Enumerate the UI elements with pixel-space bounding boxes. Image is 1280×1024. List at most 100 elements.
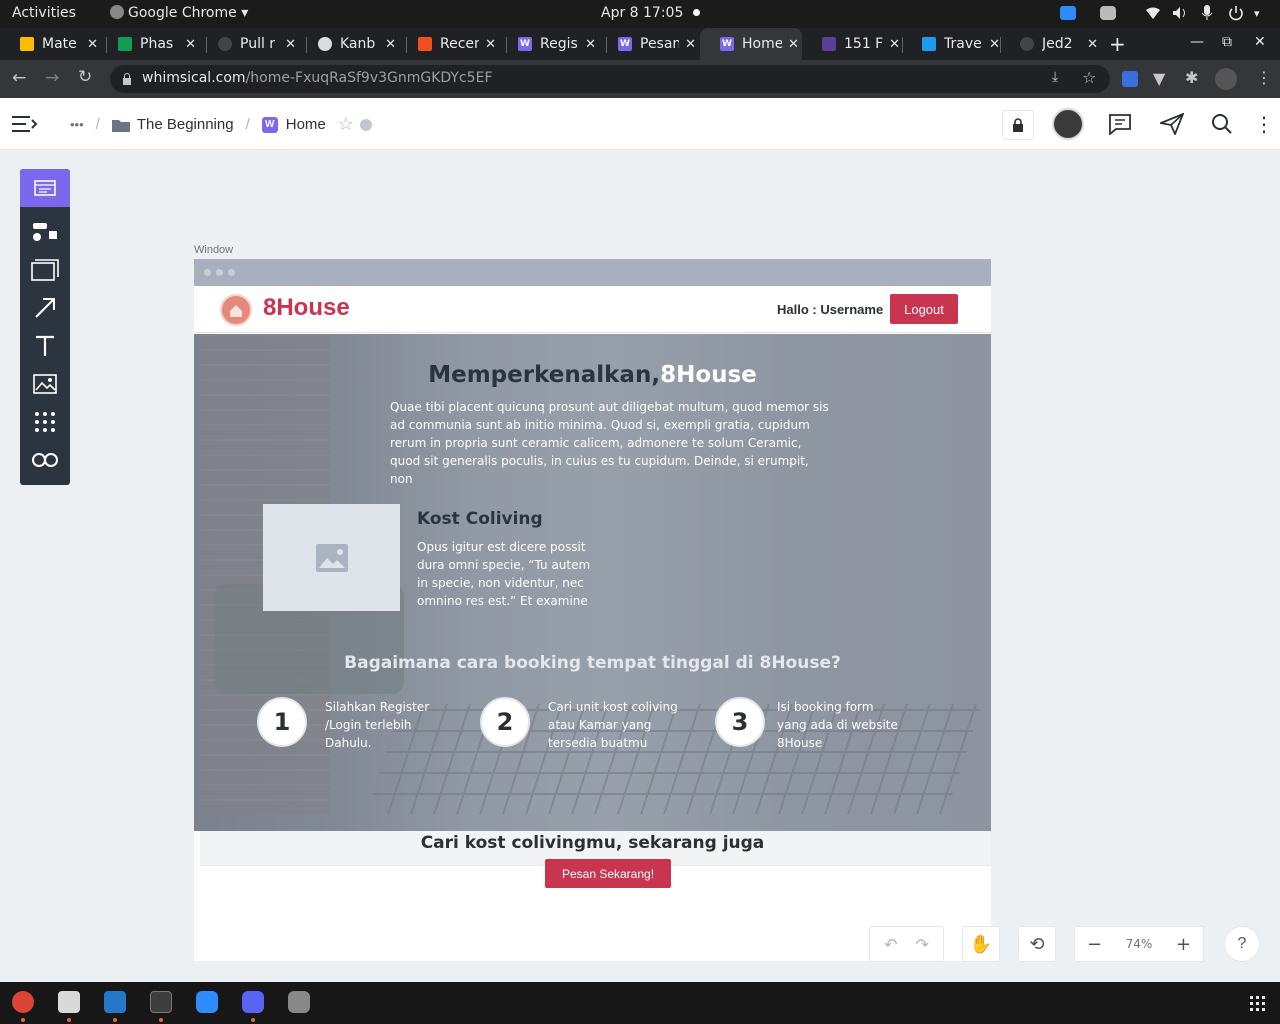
profile-avatar[interactable] bbox=[1215, 68, 1237, 90]
tab-2[interactable]: Pull r ✕ bbox=[198, 28, 296, 60]
vue-devtools-icon[interactable]: ▼ bbox=[1153, 69, 1165, 88]
hero-title-prefix: Memperkenalkan, bbox=[428, 362, 661, 388]
redo-icon[interactable]: ↷ bbox=[916, 935, 929, 954]
tab-8[interactable]: 151 F ✕ bbox=[802, 28, 900, 60]
sidebar-toggle-icon[interactable] bbox=[12, 115, 38, 133]
pan-tool-button[interactable]: ✋ bbox=[962, 926, 1000, 962]
frame-tool[interactable] bbox=[20, 251, 70, 289]
close-icon[interactable]: ✕ bbox=[1087, 37, 1098, 52]
chrome-dock-icon[interactable] bbox=[12, 991, 34, 1013]
files-dock-icon[interactable] bbox=[58, 991, 80, 1013]
new-tab-plus-icon[interactable]: + bbox=[1109, 32, 1126, 56]
tab-strip: Mate ✕ Phas ✕ Pull r ✕ Kanb ✕ Recen ✕ W Regis ✕… bbox=[0, 28, 1280, 60]
discord-dock-icon[interactable] bbox=[242, 991, 264, 1013]
image-tool[interactable] bbox=[20, 365, 70, 403]
bookmark-star-icon[interactable]: ☆ bbox=[1082, 68, 1096, 87]
volume-icon bbox=[1173, 7, 1185, 19]
close-icon[interactable]: ✕ bbox=[585, 37, 596, 52]
zoom-in-icon[interactable]: + bbox=[1176, 934, 1191, 955]
more-vertical-icon[interactable]: ⋮ bbox=[1250, 110, 1278, 138]
maximize-icon[interactable]: ⧉ bbox=[1222, 34, 1232, 50]
lock-icon bbox=[1013, 118, 1023, 132]
url-host: whimsical.com bbox=[142, 70, 246, 86]
order-now-button[interactable]: Pesan Sekarang! bbox=[545, 859, 671, 888]
help-button[interactable]: ? bbox=[1224, 926, 1260, 962]
tab-label: Pull r bbox=[240, 36, 276, 52]
tab-5[interactable]: W Regis ✕ bbox=[498, 28, 596, 60]
zoom-out-icon[interactable]: − bbox=[1087, 934, 1102, 955]
close-icon[interactable]: ✕ bbox=[788, 37, 799, 52]
wireframe-label: Window bbox=[194, 244, 234, 256]
reload-icon[interactable]: ↻ bbox=[78, 67, 92, 87]
zoom-dock-icon[interactable] bbox=[196, 991, 218, 1013]
address-bar[interactable]: whimsical.com/home-FxuqRaSf9v3GnmGKDYc5E… bbox=[110, 65, 1110, 93]
search-button[interactable] bbox=[1208, 110, 1236, 138]
logout-button[interactable]: Logout bbox=[890, 294, 958, 324]
back-arrow-icon[interactable]: ← bbox=[12, 68, 26, 88]
tab-favicon-icon bbox=[922, 37, 936, 51]
vscode-dock-icon[interactable] bbox=[104, 991, 126, 1013]
disk-dock-icon[interactable] bbox=[288, 991, 310, 1013]
clock[interactable]: Apr 8 17:05 bbox=[601, 5, 683, 21]
close-icon[interactable]: ✕ bbox=[285, 37, 296, 52]
private-lock-button[interactable] bbox=[1002, 110, 1034, 140]
site-brand[interactable]: 8House bbox=[263, 294, 350, 322]
discord-tray-icon[interactable] bbox=[1100, 6, 1116, 20]
system-menu-caret-icon[interactable]: ▾ bbox=[1254, 7, 1260, 20]
power-icon[interactable] bbox=[1228, 5, 1244, 21]
chrome-menu-icon[interactable]: ⋮ bbox=[1256, 68, 1272, 87]
extensions-puzzle-icon[interactable]: ✱ bbox=[1185, 68, 1198, 87]
extension-icon[interactable] bbox=[1122, 71, 1138, 87]
tab-7-active[interactable]: W Home ✕ bbox=[700, 28, 802, 60]
icon-grid-tool[interactable] bbox=[20, 403, 70, 441]
user-avatar[interactable] bbox=[1052, 108, 1084, 140]
wireframe-titlebar bbox=[194, 259, 991, 286]
tab-4[interactable]: Recen ✕ bbox=[398, 28, 496, 60]
favorite-star-icon[interactable]: ☆ bbox=[338, 114, 354, 135]
zoom-level[interactable]: 74% bbox=[1126, 937, 1153, 951]
install-icon[interactable]: ⤓ bbox=[1052, 69, 1058, 85]
wireframe-window[interactable]: 8House Hallo : Username Logout Memperken… bbox=[194, 259, 991, 961]
wireframe-tool[interactable] bbox=[20, 169, 70, 207]
terminal-dock-icon[interactable] bbox=[150, 991, 172, 1013]
close-icon[interactable]: ✕ bbox=[989, 37, 1000, 52]
verified-check-icon bbox=[359, 118, 372, 131]
app-menu[interactable]: Google Chrome ▾ bbox=[110, 5, 248, 21]
forward-arrow-icon[interactable]: → bbox=[45, 68, 59, 88]
close-icon[interactable]: ✕ bbox=[889, 37, 900, 52]
undo-icon[interactable]: ↶ bbox=[884, 935, 897, 954]
breadcrumb-more-icon[interactable]: ••• bbox=[70, 117, 84, 132]
tab-10[interactable]: Jed2 ✕ bbox=[1000, 28, 1098, 60]
cta-title: Cari kost colivingmu, sekarang juga bbox=[420, 833, 765, 853]
link-tool[interactable] bbox=[20, 441, 70, 479]
close-icon[interactable]: ✕ bbox=[485, 37, 496, 52]
activities-button[interactable]: Activities bbox=[12, 5, 76, 21]
tab-6[interactable]: W Pesan ✕ bbox=[598, 28, 696, 60]
close-icon[interactable]: ✕ bbox=[685, 37, 696, 52]
share-button[interactable] bbox=[1158, 110, 1186, 138]
app-grid-icon[interactable] bbox=[1250, 996, 1266, 1012]
tab-9[interactable]: Trave ✕ bbox=[902, 28, 1000, 60]
tab-favicon-icon: W bbox=[720, 37, 734, 51]
undo-redo-group: ↶ ↷ bbox=[869, 926, 944, 962]
image-placeholder[interactable] bbox=[263, 504, 400, 611]
caret-down-icon: ▾ bbox=[241, 5, 249, 21]
text-tool[interactable] bbox=[20, 327, 70, 365]
connector-tool[interactable] bbox=[20, 289, 70, 327]
history-button[interactable]: ⟲ bbox=[1018, 926, 1056, 962]
components-tool[interactable] bbox=[20, 214, 70, 252]
close-icon[interactable]: ✕ bbox=[87, 37, 98, 52]
close-icon[interactable]: ✕ bbox=[385, 37, 396, 52]
comments-button[interactable] bbox=[1106, 110, 1134, 138]
zoom-tray-icon[interactable] bbox=[1060, 6, 1076, 20]
breadcrumb-board[interactable]: Home bbox=[286, 116, 326, 133]
minimize-icon[interactable]: — bbox=[1190, 34, 1204, 50]
tab-3[interactable]: Kanb ✕ bbox=[298, 28, 396, 60]
taskbar bbox=[0, 982, 1280, 1024]
tab-1[interactable]: Phas ✕ bbox=[98, 28, 196, 60]
breadcrumb-folder[interactable]: The Beginning bbox=[137, 116, 234, 133]
close-icon[interactable]: ✕ bbox=[185, 37, 196, 52]
window-close-icon[interactable]: ✕ bbox=[1254, 34, 1266, 50]
tab-0[interactable]: Mate ✕ bbox=[0, 28, 98, 60]
kost-coliving-title: Kost Coliving bbox=[417, 509, 543, 529]
